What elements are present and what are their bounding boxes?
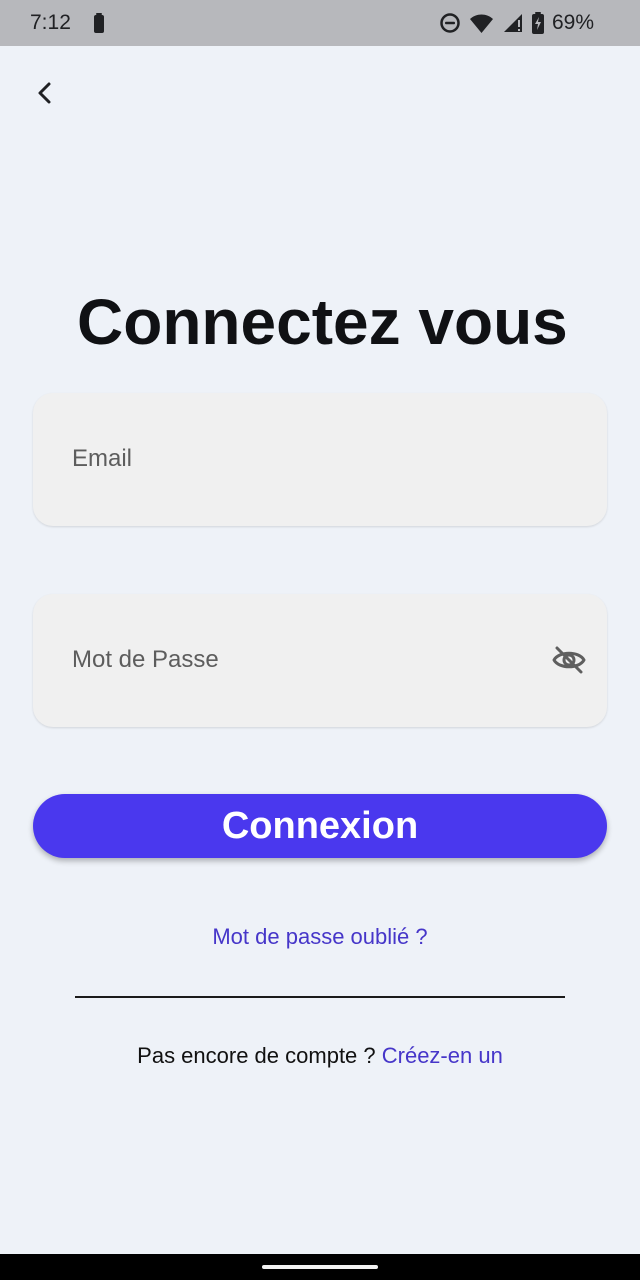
signup-row: Pas encore de compte ? Créez-en un [0, 1041, 640, 1071]
system-navigation-bar [0, 1254, 640, 1280]
password-field[interactable] [33, 594, 607, 727]
battery-icon [94, 13, 104, 33]
battery-percentage: 69% [551, 11, 594, 34]
wifi-icon [469, 14, 493, 33]
do-not-disturb-icon [440, 13, 460, 33]
status-time: 7:12 [30, 11, 71, 34]
password-input[interactable] [72, 636, 542, 684]
signup-prompt: Pas encore de compte ? [137, 1043, 382, 1068]
signal-icon [503, 14, 522, 32]
divider [75, 996, 565, 998]
eye-off-icon [552, 646, 586, 674]
email-field[interactable] [33, 393, 607, 526]
status-icons: 69% [439, 10, 594, 36]
home-indicator[interactable] [262, 1265, 378, 1269]
login-button[interactable]: Connexion [33, 794, 607, 858]
password-visibility-toggle[interactable] [549, 640, 589, 680]
forgot-password-link[interactable]: Mot de passe oublié ? [0, 922, 640, 952]
chevron-left-icon [38, 82, 51, 104]
email-input[interactable] [72, 435, 542, 483]
battery-icon [531, 12, 544, 34]
page-title: Connectez vous [77, 286, 568, 358]
signup-link[interactable]: Créez-en un [382, 1043, 503, 1068]
back-button[interactable] [26, 74, 64, 112]
status-bar: 7:12 69% [0, 0, 640, 46]
